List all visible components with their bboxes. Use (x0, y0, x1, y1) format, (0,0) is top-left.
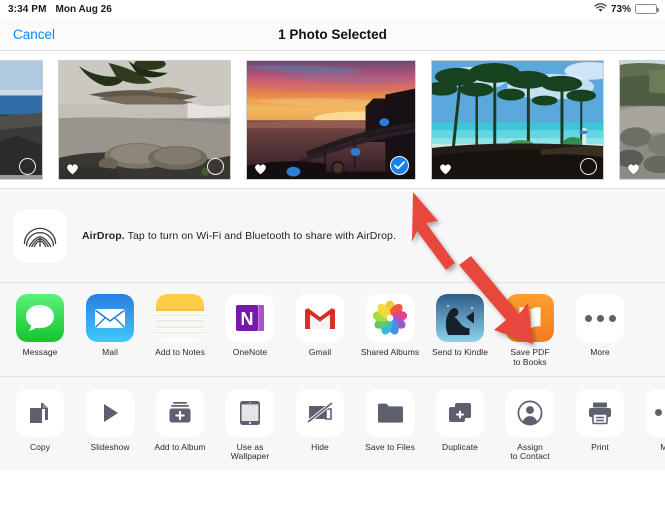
airdrop-icon[interactable] (13, 208, 67, 263)
share-sheet-screen: 3:34 PM Mon Aug 26 73% Cancel 1 Photo Se… (0, 0, 665, 505)
action-label: Assign to Contact (510, 441, 550, 462)
notes-icon (156, 294, 204, 342)
play-icon (86, 388, 134, 437)
photo-thumbnail-rocky-hillside[interactable] (619, 59, 665, 180)
action-copy[interactable]: Copy (9, 388, 71, 453)
share-target-label: Gmail (308, 347, 332, 357)
selection-circle[interactable] (580, 157, 597, 175)
battery-icon (635, 4, 659, 14)
action-use-as-wallpaper[interactable]: Use as Wallpaper (219, 388, 281, 463)
action-slideshow[interactable]: Slideshow (79, 388, 141, 453)
folder-icon (366, 388, 414, 437)
album-plus-icon (156, 388, 204, 437)
onenote-icon: N (226, 294, 274, 342)
action-label: Print (591, 441, 609, 452)
app-share-row: Message Mail Add to Notes N OneNote Gmai… (0, 283, 665, 377)
share-sheet: AirDrop. Tap to turn on Wi-Fi and Blueto… (0, 189, 665, 471)
action-label: Hide (311, 441, 329, 452)
airdrop-hint: Tap to turn on Wi-Fi and Bluetooth to sh… (127, 229, 396, 242)
share-target-label: Save PDF to Books (510, 347, 550, 367)
action-add-to-album[interactable]: Add to Album (149, 388, 211, 453)
selection-checkmark-badge[interactable] (390, 155, 409, 175)
hide-slash-icon (296, 388, 344, 437)
share-target-label: More (590, 347, 610, 357)
messages-icon (16, 294, 64, 342)
action-label: Add to Album (154, 441, 206, 452)
status-date: Mon Aug 26 (55, 3, 112, 15)
gmail-icon (296, 294, 344, 342)
wifi-icon (594, 2, 607, 16)
share-target-more-apps[interactable]: More (569, 294, 631, 358)
action-label: Duplicate (442, 441, 478, 452)
books-icon (506, 294, 554, 342)
printer-icon (576, 388, 624, 437)
selection-circle[interactable] (207, 157, 224, 175)
action-label: Save to Files (365, 441, 415, 452)
selection-circle[interactable] (19, 157, 36, 175)
share-target-label: Add to Notes (155, 347, 205, 357)
action-label: Copy (29, 441, 51, 452)
share-target-label: Send to Kindle (432, 347, 488, 357)
action-print[interactable]: Print (569, 388, 631, 453)
mail-icon (86, 294, 134, 342)
status-bar: 3:34 PM Mon Aug 26 73% (0, 0, 665, 18)
favorite-heart-icon (439, 162, 452, 174)
kindle-icon (436, 294, 484, 342)
share-target-onenote[interactable]: N OneNote (219, 294, 281, 358)
action-row: Copy Slideshow Add to Album Use as Wallp… (0, 377, 665, 471)
photo-thumbnail-sea-turtles[interactable] (58, 59, 231, 180)
action-duplicate[interactable]: Duplicate (429, 388, 491, 453)
action-assign-to-contact[interactable]: Assign to Contact (499, 388, 561, 463)
photo-strip[interactable] (0, 51, 665, 189)
action-more[interactable]: More (639, 388, 665, 453)
ellipsis-icon (646, 388, 665, 437)
status-time: 3:34 PM (8, 3, 47, 15)
share-target-label: Shared Albums (360, 347, 420, 357)
share-target-mail[interactable]: Mail (79, 294, 141, 358)
contact-icon (506, 388, 554, 437)
share-target-label: OneNote (232, 347, 268, 357)
share-target-add-to-notes[interactable]: Add to Notes (149, 294, 211, 358)
device-icon (226, 388, 274, 437)
action-hide[interactable]: Hide (289, 388, 351, 453)
share-target-send-to-kindle[interactable]: Send to Kindle (429, 294, 491, 358)
favorite-heart-icon (627, 162, 640, 174)
copy-icon (16, 388, 64, 437)
action-save-to-files[interactable]: Save to Files (359, 388, 421, 453)
photo-thumbnail-sunset-ship-rail[interactable] (246, 59, 416, 180)
action-label: More (660, 441, 665, 452)
photos-icon (366, 294, 414, 342)
airdrop-title: AirDrop. (82, 229, 125, 242)
share-target-message[interactable]: Message (9, 294, 71, 358)
action-label: Use as Wallpaper (230, 441, 270, 462)
share-target-label: Message (22, 347, 58, 357)
cancel-button[interactable]: Cancel (13, 27, 55, 42)
ellipsis-icon (576, 294, 624, 342)
navigation-bar: Cancel 1 Photo Selected (0, 18, 665, 51)
favorite-heart-icon (254, 162, 267, 174)
share-target-shared-albums[interactable]: Shared Albums (359, 294, 421, 358)
share-target-save-pdf-to-books[interactable]: Save PDF to Books (499, 294, 561, 368)
battery-percent-label: 73% (610, 3, 631, 15)
page-title: 1 Photo Selected (278, 26, 387, 42)
airdrop-message: AirDrop. Tap to turn on Wi-Fi and Blueto… (82, 230, 396, 242)
action-label: Slideshow (90, 441, 130, 452)
share-target-label: Mail (102, 347, 118, 357)
svg-text:N: N (241, 309, 254, 329)
duplicate-icon (436, 388, 484, 437)
airdrop-row[interactable]: AirDrop. Tap to turn on Wi-Fi and Blueto… (0, 189, 665, 283)
photo-thumbnail-palm-beach[interactable] (431, 59, 604, 180)
photo-thumbnail-lava-coast[interactable] (0, 59, 43, 180)
share-target-gmail[interactable]: Gmail (289, 294, 351, 358)
favorite-heart-icon (66, 162, 79, 174)
